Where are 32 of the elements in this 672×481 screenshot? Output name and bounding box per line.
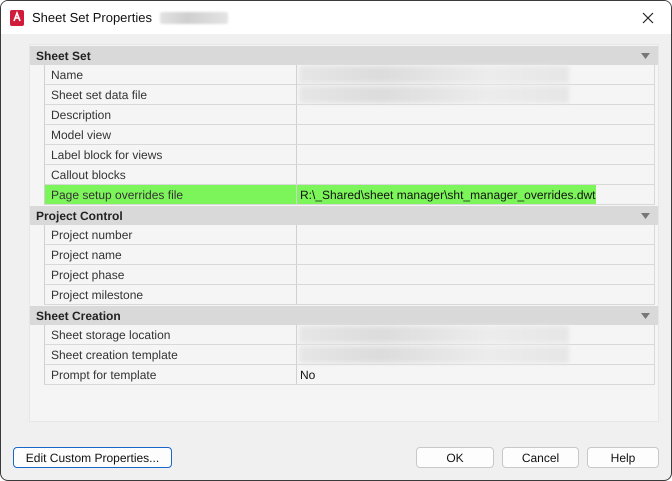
property-name: Sheet set data file [45,85,297,104]
category-header[interactable]: Project Control [30,206,658,225]
property-name: Sheet storage location [45,325,297,344]
property-name: Project number [45,225,297,244]
close-icon[interactable] [642,12,654,24]
property-name: Name [45,65,297,84]
property-name: Project name [45,245,297,264]
property-value[interactable]: R:\_Shared\sheet manager\sht_manager_overrides.dwt [297,185,596,204]
property-name: Label block for views [45,145,297,164]
collapse-icon[interactable] [641,52,650,58]
property-name: Project phase [45,265,297,284]
category-name: Sheet Set [36,48,92,62]
category-name: Sheet Creation [36,308,122,322]
window-title: Sheet Set Properties [32,10,152,25]
dialog-button[interactable]: OK [416,447,494,468]
property-name: Description [45,105,297,124]
property-name: Sheet creation template [45,345,297,364]
app-icon [10,10,24,26]
dialog-button[interactable]: Help [587,447,659,468]
category-header[interactable]: Sheet Set [30,46,658,65]
property-name: Prompt for template [45,365,297,384]
property-value[interactable]: No [297,365,316,384]
dialog-button[interactable]: Edit Custom Properties... [13,447,172,468]
category-header[interactable]: Sheet Creation [30,306,658,325]
property-name: Model view [45,125,297,144]
category-name: Project Control [36,208,124,222]
dialog-button[interactable]: Cancel [502,447,579,468]
property-name: Callout blocks [45,165,297,184]
property-name: Project milestone [45,285,297,304]
property-name: Page setup overrides file [45,185,297,204]
collapse-icon[interactable] [641,312,650,318]
collapse-icon[interactable] [641,212,650,218]
